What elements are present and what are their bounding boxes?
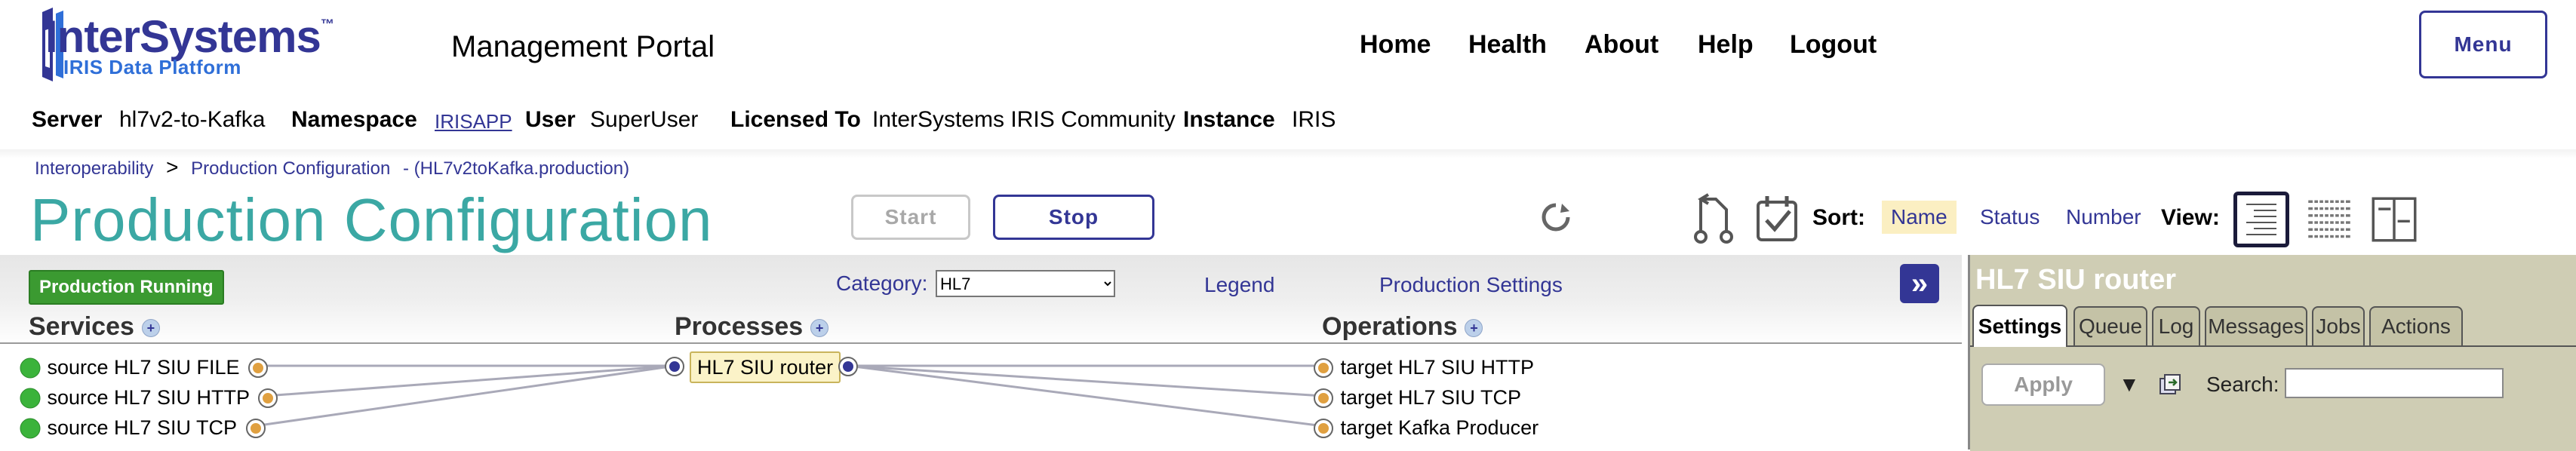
production-flow-icon[interactable] (1690, 192, 1737, 246)
process-item-selected[interactable]: HL7 SIU router (690, 351, 841, 383)
sort-by-name[interactable]: Name (1882, 201, 1957, 234)
tab-actions[interactable]: Actions (2369, 306, 2463, 345)
tab-jobs[interactable]: Jobs (2312, 306, 2365, 345)
nav-help[interactable]: Help (1698, 30, 1754, 60)
namespace-label: Namespace (291, 107, 417, 132)
breadcrumb: Interoperability > Production Configurat… (35, 155, 629, 179)
output-port-icon (258, 388, 278, 408)
namespace-link[interactable]: IRISAPP (435, 110, 512, 133)
search-label: Search: (2206, 373, 2279, 396)
services-column-header: Services + (29, 312, 160, 342)
collapse-panel-button[interactable]: » (1900, 264, 1939, 303)
view-grid-icon[interactable] (2301, 192, 2357, 247)
stop-button[interactable]: Stop (993, 195, 1154, 240)
licensed-value: InterSystems IRIS Community (872, 107, 1176, 132)
output-port-icon (248, 357, 269, 378)
tab-log[interactable]: Log (2152, 306, 2200, 345)
page-title: Production Configuration (30, 186, 713, 253)
nav-logout[interactable]: Logout (1790, 30, 1877, 60)
legend-link[interactable]: Legend (1204, 273, 1274, 297)
input-port-icon (1314, 388, 1333, 408)
export-settings-icon[interactable] (2158, 373, 2182, 397)
menu-button[interactable]: Menu (2419, 11, 2547, 78)
input-port-icon (1314, 357, 1333, 378)
add-operation-icon[interactable]: + (1465, 319, 1483, 338)
operations-column-header: Operations + (1322, 312, 1483, 342)
operation-item[interactable]: target HL7 SIU TCP (1313, 386, 1521, 410)
breadcrumb-production-name: - (HL7v2toKafka.production) (402, 158, 630, 179)
view-label: View: (2161, 205, 2220, 230)
output-port-icon (838, 357, 858, 376)
refresh-icon[interactable] (1539, 201, 1572, 234)
breadcrumb-production-configuration[interactable]: Production Configuration (191, 158, 390, 179)
view-columns-icon[interactable] (2366, 192, 2422, 247)
breadcrumb-interoperability[interactable]: Interoperability (35, 158, 153, 179)
operation-label: target Kafka Producer (1340, 416, 1539, 439)
instance-label: Instance (1183, 107, 1275, 132)
nav-about[interactable]: About (1585, 30, 1658, 60)
tab-queue[interactable]: Queue (2073, 306, 2147, 345)
services-heading: Services (29, 312, 134, 341)
status-ok-icon (20, 357, 41, 378)
sort-label: Sort: (1812, 205, 1865, 230)
view-list-icon[interactable] (2233, 192, 2289, 247)
operation-item[interactable]: target HL7 SIU HTTP (1313, 356, 1534, 379)
add-service-icon[interactable]: + (141, 319, 160, 338)
nav-health[interactable]: Health (1468, 30, 1547, 60)
service-label: source HL7 SIU TCP (47, 416, 238, 439)
calendar-check-icon[interactable] (1754, 192, 1800, 246)
category-select[interactable]: HL7 (936, 270, 1115, 297)
logo-subtitle: IRIS Data Platform (63, 56, 241, 78)
info-bar: Server hl7v2-to-Kafka Namespace IRISAPP … (0, 98, 2576, 149)
production-status-badge: Production Running (29, 270, 224, 305)
details-panel-title: HL7 SIU router (1975, 264, 2177, 296)
nav-home[interactable]: Home (1360, 30, 1431, 60)
server-value: hl7v2-to-Kafka (119, 107, 266, 132)
operation-item[interactable]: target Kafka Producer (1313, 416, 1539, 440)
user-label: User (525, 107, 576, 132)
apply-button[interactable]: Apply (1981, 364, 2105, 406)
logo-wordmark: InterSystems™ (45, 11, 334, 62)
tab-messages[interactable]: Messages (2205, 306, 2307, 345)
input-port-icon (665, 357, 684, 376)
add-process-icon[interactable]: + (810, 319, 829, 338)
triangle-down-icon[interactable]: ▼ (2119, 373, 2140, 397)
status-ok-icon (20, 418, 41, 438)
input-port-icon (1314, 418, 1333, 438)
settings-search-input[interactable] (2285, 368, 2504, 398)
production-settings-link[interactable]: Production Settings (1379, 273, 1563, 297)
service-item[interactable]: source HL7 SIU FILE (20, 356, 269, 379)
service-label: source HL7 SIU HTTP (47, 386, 251, 409)
output-port-icon (245, 418, 266, 438)
start-button[interactable]: Start (851, 195, 970, 240)
operation-label: target HL7 SIU TCP (1340, 386, 1522, 409)
operations-heading: Operations (1322, 312, 1458, 341)
service-item[interactable]: source HL7 SIU TCP (20, 416, 266, 440)
status-ok-icon (20, 388, 41, 408)
instance-value: IRIS (1292, 107, 1336, 132)
licensed-label: Licensed To (730, 107, 861, 132)
breadcrumb-separator: > (166, 155, 179, 179)
service-label: source HL7 SIU FILE (47, 356, 240, 379)
user-value: SuperUser (590, 107, 699, 132)
tab-settings[interactable]: Settings (1972, 305, 2067, 347)
service-item[interactable]: source HL7 SIU HTTP (20, 386, 278, 410)
processes-column-header: Processes + (675, 312, 829, 342)
operation-label: target HL7 SIU HTTP (1340, 356, 1535, 379)
sort-by-number[interactable]: Number (2066, 205, 2141, 229)
server-label: Server (32, 107, 103, 132)
portal-title: Management Portal (451, 30, 715, 63)
processes-heading: Processes (675, 312, 804, 341)
category-label: Category: (836, 272, 928, 295)
connection-lines (254, 364, 1324, 428)
sort-by-status[interactable]: Status (1980, 205, 2040, 229)
